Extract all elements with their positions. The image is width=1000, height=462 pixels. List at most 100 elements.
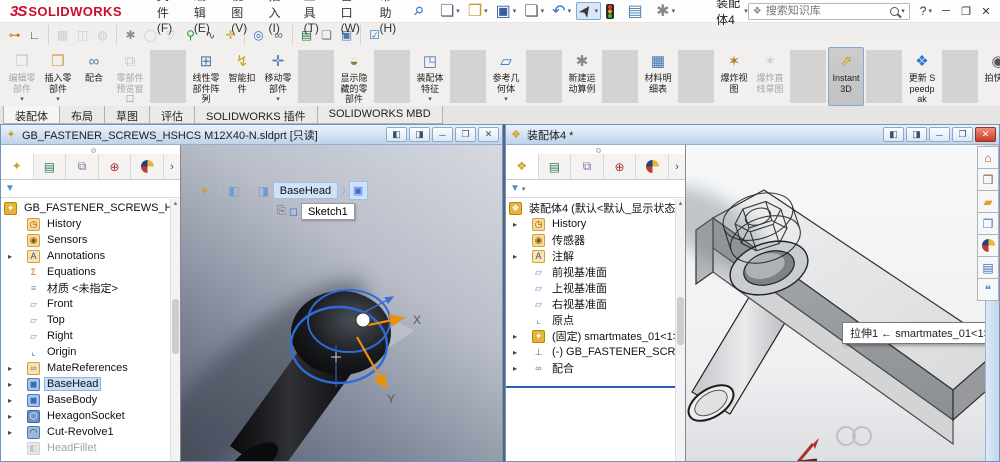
expand-arrow-icon[interactable]: ▸ — [8, 428, 12, 437]
menu-window[interactable]: 窗口(W) — [332, 0, 371, 37]
tree-item-basehead[interactable]: ▸ ◼ BaseHead — [1, 376, 180, 392]
taskpane-forum-tab[interactable]: ❝ — [977, 278, 999, 301]
expand-arrow-icon[interactable]: ▸ — [513, 364, 517, 373]
restore-button[interactable]: ❐ — [455, 127, 476, 142]
pane-right-button[interactable]: ◨ — [409, 127, 430, 142]
part-3d-viewport[interactable]: X Y ✦ ❯ ◧ ❯ ◨ BaseHead ❯ ▣ — [181, 145, 502, 461]
tree-item-annotations[interactable]: ▸ A 注解 — [506, 248, 685, 264]
evaluate-list-button[interactable]: ▤ ▾ — [625, 2, 652, 20]
menu-help[interactable]: 帮助(H) — [371, 0, 409, 37]
edit-component-button[interactable]: ❒ 编辑零部件 ▾ — [4, 47, 40, 106]
assembly-3d-viewport[interactable]: 拉伸1 ← smartmates_01<1> — [686, 145, 999, 461]
tree-item-front-plane[interactable]: ▸ ▱ Front — [1, 296, 180, 312]
insert-component-button[interactable]: ❒ 插入零部件 ▾ — [40, 47, 76, 106]
separator[interactable]: ▾ — [526, 50, 562, 103]
scrollbar-thumb[interactable] — [677, 297, 684, 345]
tree-item-origin[interactable]: ▸ ⌞ Origin — [1, 344, 180, 360]
assembly-viewport-canvas[interactable] — [686, 145, 986, 461]
taskpane-file-explorer-tab[interactable]: ▰ — [977, 190, 999, 213]
sketch-crumb-icon[interactable]: ▣ — [349, 181, 368, 200]
featuremanager-tree-tab[interactable]: ✦ — [1, 154, 34, 179]
tree-item-material[interactable]: ▸ ≡ 材质 <未指定> — [1, 280, 180, 296]
chevron-down-icon[interactable]: ▾ — [901, 7, 905, 15]
menu-insert[interactable]: 插入(I) — [260, 0, 295, 37]
tab-solidworks-addins[interactable]: SOLIDWORKS 插件 — [194, 106, 318, 124]
separator[interactable]: ▾ — [150, 50, 186, 103]
propertymanager-tab[interactable]: ▤ — [34, 154, 67, 179]
tab-evaluate[interactable]: 评估 — [149, 106, 195, 124]
mate-tool-button[interactable]: ⊶ — [5, 25, 24, 44]
sketch-corner-button[interactable]: ∟ — [25, 25, 44, 44]
tree-item-gb-fastener[interactable]: ▸ ⊥ (-) GB_FASTENER_SCREWS_HSHCS — [506, 344, 685, 360]
minimize-button[interactable]: ─ — [929, 127, 950, 142]
dropdown-caret-icon[interactable]: ▾ — [672, 7, 676, 15]
taskpane-view-palette-tab[interactable]: ❐ — [977, 212, 999, 235]
search-input[interactable] — [766, 5, 887, 17]
speedpak-button[interactable]: ❖ 更新 Speedpak ▾ — [904, 47, 940, 106]
minimize-button[interactable]: ─ — [432, 127, 453, 142]
dimxpertmanager-tab[interactable]: ⊕ — [99, 154, 132, 179]
tree-item-cut-revolve1[interactable]: ▸ ◠ Cut-Revolve1 — [1, 424, 180, 440]
taskpane-appearances-tab[interactable] — [977, 234, 999, 257]
motion-study-button[interactable]: ✱ 新建运动算例 ▾ — [564, 47, 600, 106]
component-preview-button[interactable]: ⧉ 零部件预览窗口 ▾ — [112, 47, 148, 106]
tree-root-part[interactable]: ▸ ✦ GB_FASTENER_SCREWS_HSHCS M12X40-N — [1, 200, 180, 216]
tree-scrollbar[interactable]: ▲ — [170, 199, 180, 461]
tree-item-mates[interactable]: ▸ ∞ 配合 — [506, 360, 685, 376]
configurationmanager-tab[interactable]: ⧉ — [571, 154, 604, 179]
tree-item-hexagonsocket[interactable]: ▸ ⬡ HexagonSocket — [1, 408, 180, 424]
filter-funnel-icon[interactable]: ▼ — [5, 183, 15, 194]
expand-arrow-icon[interactable]: ▸ — [8, 252, 12, 261]
separator[interactable]: ▾ — [942, 50, 978, 103]
expand-arrow-icon[interactable]: ▸ — [8, 412, 12, 421]
bom-button[interactable]: ▦ 材料明细表 ▾ — [640, 47, 676, 106]
separator[interactable]: ▾ — [450, 50, 486, 103]
pin-menu-icon[interactable]: ⚲ — [410, 3, 426, 19]
move-component-button[interactable]: ✛ 移动零部件 ▾ — [260, 47, 296, 106]
restore-button[interactable]: ❐ — [956, 5, 976, 18]
configurationmanager-tab[interactable]: ⧉ — [66, 154, 99, 179]
save-button[interactable]: ▣ ▾ — [493, 2, 520, 20]
assembly-features-button[interactable]: ◳ 装配体特征 ▾ — [412, 47, 448, 106]
close-button[interactable]: ✕ — [976, 5, 996, 18]
exploded-view-button[interactable]: ✶ 爆炸视图 ▾ — [716, 47, 752, 106]
tree-item-top-plane[interactable]: ▸ ▱ 上视基准面 — [506, 280, 685, 296]
dropdown-caret-icon[interactable]: ▾ — [568, 7, 572, 15]
tree-item-annotations[interactable]: ▸ A Annotations — [1, 248, 180, 264]
print-button[interactable]: ❏ ▾ — [521, 2, 547, 20]
panel-splitter-handle[interactable] — [91, 148, 96, 153]
expand-arrow-icon[interactable]: ▸ — [513, 220, 517, 229]
body-crumb-icon[interactable]: ◧ — [224, 181, 243, 200]
linear-pattern-button[interactable]: ⊞ 线性零部件阵列 ▾ — [188, 47, 224, 106]
tree-scrollbar[interactable]: ▲ — [675, 199, 685, 461]
tree-item-history[interactable]: ▸ ◷ History — [506, 216, 685, 232]
scroll-up-icon[interactable]: ▲ — [171, 199, 180, 207]
panel-splitter-handle[interactable] — [596, 148, 601, 153]
featuremanager-tree-tab[interactable]: ❖ — [506, 154, 539, 179]
tab-layout[interactable]: 布局 — [59, 106, 105, 124]
dropdown-caret-icon[interactable]: ▾ — [276, 95, 280, 106]
menu-tools[interactable]: 工具(T) — [295, 0, 332, 37]
dropdown-caret-icon[interactable]: ▾ — [504, 95, 508, 106]
tree-item-front-plane[interactable]: ▸ ▱ 前视基准面 — [506, 264, 685, 280]
scheme-button[interactable]: ◫ — [73, 25, 92, 44]
options-button[interactable]: ✱ ▾ — [653, 2, 678, 20]
rollback-bar[interactable] — [506, 386, 685, 388]
expand-arrow-icon[interactable]: ▸ — [8, 396, 12, 405]
traffic-light-button[interactable]: ▾ — [603, 2, 623, 20]
expand-arrow-icon[interactable]: ▸ — [513, 252, 517, 261]
tree-item-headfillet[interactable]: ▸ ◧ HeadFillet — [1, 440, 180, 456]
close-button[interactable]: ✕ — [975, 127, 996, 142]
open-button[interactable]: ❒ ▾ — [465, 2, 491, 20]
mate-button[interactable]: ∞ 配合 ▾ — [76, 47, 112, 106]
explode-lines-button[interactable]: ✶ 爆炸直线草图 ▾ — [752, 47, 788, 106]
dropdown-caret-icon[interactable]: ▾ — [20, 95, 24, 106]
restore-button[interactable]: ❐ — [952, 127, 973, 142]
part-window-titlebar[interactable]: ✦ GB_FASTENER_SCREWS_HSHCS M12X40-N.sldp… — [1, 125, 502, 145]
feature-crumb-icon[interactable]: ◨ — [254, 181, 273, 200]
help-button[interactable]: ? ▾ — [920, 4, 932, 18]
tab-assembly[interactable]: 装配体 — [3, 106, 60, 124]
tab-solidworks-mbd[interactable]: SOLIDWORKS MBD — [317, 106, 443, 124]
propertymanager-tab[interactable]: ▤ — [539, 154, 572, 179]
expand-arrow-icon[interactable]: ▸ — [8, 380, 12, 389]
